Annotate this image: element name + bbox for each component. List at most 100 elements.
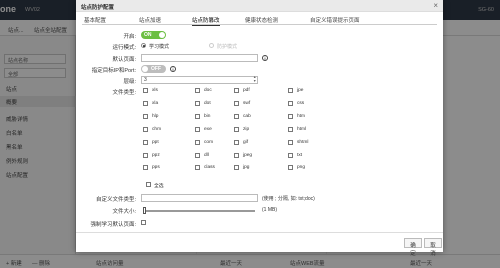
filetype-checkbox-htm[interactable]: [288, 113, 293, 119]
tab-site-acceleration[interactable]: 站点加速: [139, 15, 161, 25]
filetype-label-cab: cab: [243, 113, 251, 119]
filetype-label-htm: htm: [297, 113, 305, 119]
level-spinner-icon[interactable]: ▲ ▼: [253, 75, 257, 83]
cancel-button[interactable]: 取消: [424, 238, 442, 257]
filetype-checkbox-pdf[interactable]: [234, 88, 239, 93]
toggle-knob: [142, 66, 148, 72]
filetype-checkbox-gif[interactable]: [234, 139, 239, 145]
custom-types-input[interactable]: [141, 194, 258, 202]
filetype-checkbox-jpe[interactable]: [288, 88, 293, 93]
learning-mode-label: 学习模式: [149, 44, 170, 50]
filetype-checkbox-ppz[interactable]: [143, 152, 148, 158]
custom-types-hint: (使用 ; 分隔, 如: txt;doc): [262, 196, 315, 202]
filetype-checkbox-txt[interactable]: [288, 152, 293, 158]
site-protection-dialog: 站点防护配置 × 基本配置 站点加速 站点防篡改 健康状态检测 自定义错误提示页…: [76, 0, 443, 257]
filetype-label-png: png: [297, 165, 306, 171]
default-page-label: 默认页面:: [112, 57, 136, 63]
toggle-state: ON: [144, 32, 152, 38]
file-types-label: 文件类型:: [112, 90, 136, 96]
filetype-label-dot: dot: [204, 100, 211, 106]
filetype-label-pdf: pdf: [243, 88, 250, 93]
filetype-checkbox-cab[interactable]: [234, 113, 239, 119]
filetype-label-html: html: [297, 126, 307, 132]
filetype-label-xls: xls: [152, 88, 158, 93]
enable-toggle[interactable]: ON: [141, 31, 166, 39]
filetype-checkbox-png[interactable]: [288, 165, 293, 171]
info-icon[interactable]: i: [262, 55, 268, 61]
filetype-checkbox-html[interactable]: [288, 126, 293, 132]
filetype-checkbox-dot[interactable]: [195, 100, 200, 106]
tab-bar: 基本配置 站点加速 站点防篡改 健康状态检测 自定义错误提示页面: [82, 14, 437, 26]
filetype-label-com: com: [204, 139, 214, 145]
filetype-label-exe: exe: [204, 126, 212, 132]
filetype-label-gif: gif: [243, 139, 249, 145]
select-all-checkbox[interactable]: [146, 182, 151, 187]
tab-anti-tamper[interactable]: 站点防篡改: [192, 15, 220, 26]
default-page-input[interactable]: [141, 54, 258, 62]
filetype-label-hlp: hlp: [152, 113, 159, 119]
filetype-label-txt: txt: [297, 152, 303, 158]
tab-basic-config[interactable]: 基本配置: [84, 15, 106, 25]
filetype-checkbox-dll[interactable]: [195, 152, 200, 158]
filetype-label-jpg: jpg: [243, 165, 250, 171]
filetype-checkbox-exe[interactable]: [195, 126, 200, 132]
filetype-checkbox-jpeg[interactable]: [234, 152, 239, 158]
level-input[interactable]: [141, 76, 258, 84]
protection-mode-label: 防护模式: [217, 44, 238, 50]
filetype-label-jpeg: jpeg: [243, 152, 253, 158]
filetype-checkbox-zip[interactable]: [234, 126, 239, 132]
toggle-state: OFF: [151, 66, 161, 72]
filetype-checkbox-class[interactable]: [195, 165, 200, 171]
filetype-label-ppt: ppt: [152, 139, 159, 145]
dialog-header: 站点防护配置 ×: [76, 0, 443, 12]
filetype-checkbox-com[interactable]: [195, 139, 200, 145]
filetype-checkbox-xla[interactable]: [143, 100, 148, 106]
filetype-checkbox-hlp[interactable]: [143, 113, 148, 119]
file-size-slider-handle[interactable]: [143, 207, 146, 214]
target-ip-label: 指定目标IP和Port:: [91, 68, 136, 74]
filetype-checkbox-pps[interactable]: [143, 165, 148, 171]
select-all-label: 全选: [154, 184, 164, 189]
level-label: 层级:: [123, 79, 136, 85]
filetype-checkbox-doc[interactable]: [195, 88, 200, 93]
force-learn-label: 强制学习默认页面:: [90, 222, 136, 228]
filetype-checkbox-chm[interactable]: [143, 126, 148, 132]
protection-mode-radio: [209, 43, 214, 48]
filetype-checkbox-css[interactable]: [288, 100, 293, 106]
filetype-checkbox-jpg[interactable]: [234, 165, 239, 171]
learning-mode-radio[interactable]: [141, 43, 146, 48]
filetype-label-shtml: shtml: [297, 139, 309, 145]
filetype-label-jpe: jpe: [297, 88, 304, 93]
force-learn-checkbox[interactable]: [141, 220, 146, 225]
info-icon[interactable]: i: [170, 66, 176, 72]
filetype-label-bin: bin: [204, 113, 211, 119]
filetype-checkbox-bin[interactable]: [195, 113, 200, 119]
filetype-checkbox-ppt[interactable]: [143, 139, 148, 145]
custom-types-label: 自定义文件类型:: [95, 197, 136, 203]
filetype-label-zip: zip: [243, 126, 250, 132]
filetype-label-pps: pps: [152, 165, 160, 171]
tab-custom-error-page[interactable]: 自定义错误提示页面: [310, 15, 360, 25]
run-mode-label: 运行模式:: [112, 45, 136, 51]
enable-label: 开启:: [123, 34, 136, 40]
filetype-label-ppz: ppz: [152, 152, 160, 158]
filetype-checkbox-xls[interactable]: [143, 88, 148, 93]
file-size-label: 文件大小:: [112, 209, 136, 215]
filetype-checkbox-swf[interactable]: [234, 100, 239, 106]
target-ip-toggle[interactable]: OFF: [141, 65, 166, 73]
file-size-slider-track[interactable]: [143, 210, 255, 212]
filetype-label-class: class: [204, 165, 215, 171]
ok-button[interactable]: 确定: [404, 238, 422, 257]
filetype-label-swf: swf: [243, 100, 251, 106]
toggle-knob: [159, 32, 165, 38]
filetype-label-xla: xla: [152, 100, 159, 106]
file-size-hint: (1 MB): [262, 207, 277, 213]
dialog-title: 站点防护配置: [81, 5, 115, 11]
filetype-label-css: css: [297, 100, 305, 106]
filetype-checkbox-shtml[interactable]: [288, 139, 293, 145]
dialog-footer: 确定 取消: [76, 232, 443, 257]
filetype-label-doc: doc: [204, 88, 212, 93]
filetype-label-dll: dll: [204, 152, 209, 158]
close-icon[interactable]: ×: [433, 1, 438, 10]
tab-health-check[interactable]: 健康状态检测: [245, 15, 278, 25]
